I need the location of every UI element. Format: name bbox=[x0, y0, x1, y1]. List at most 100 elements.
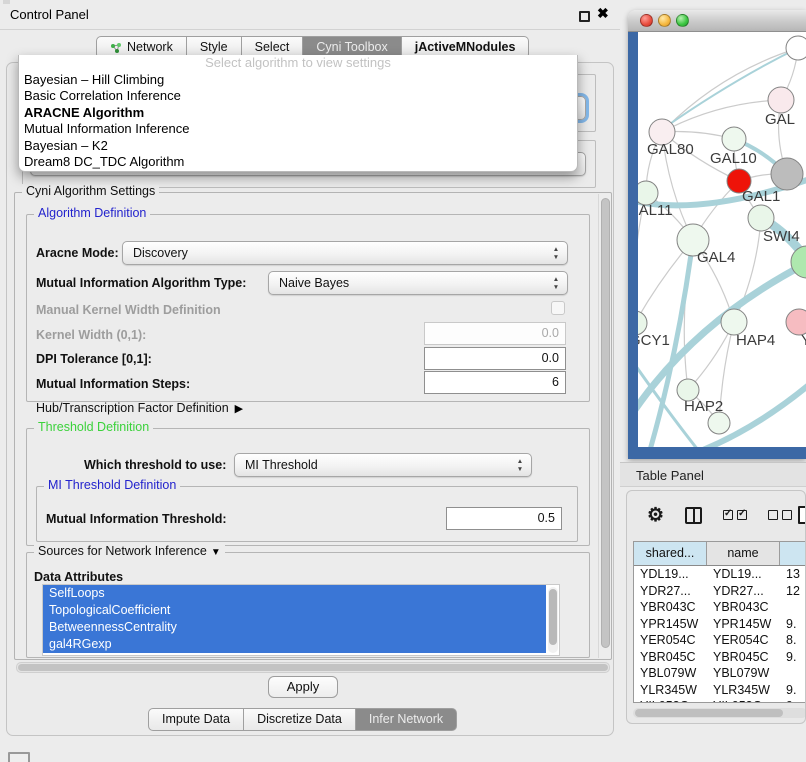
select-all-columns-icon[interactable] bbox=[723, 510, 747, 520]
tab-label: Discretize Data bbox=[257, 709, 342, 730]
data-attribute-item[interactable]: TopologicalCoefficient bbox=[43, 602, 546, 619]
mi-threshold-label: Mutual Information Threshold: bbox=[46, 512, 227, 526]
settings-panel-title: Cyni Algorithm Settings bbox=[22, 184, 159, 198]
close-icon[interactable]: ✖ bbox=[597, 5, 609, 22]
table-cell: YBR043C bbox=[634, 599, 707, 616]
table-row[interactable]: YBR043CYBR043C bbox=[634, 599, 806, 616]
threshold-definition-title: Threshold Definition bbox=[34, 420, 153, 434]
close-traffic-light[interactable] bbox=[640, 14, 653, 27]
unchecked-box-icon bbox=[768, 510, 778, 520]
deselect-all-columns-icon[interactable] bbox=[768, 510, 792, 520]
mi-threshold-field[interactable]: 0.5 bbox=[446, 507, 562, 530]
table-row[interactable]: YBL079WYBL079W bbox=[634, 665, 806, 682]
table-cell: YBL079W bbox=[634, 665, 707, 682]
apply-button[interactable]: Apply bbox=[268, 676, 338, 698]
table-cell: 9. bbox=[780, 616, 806, 633]
split-columns-icon[interactable] bbox=[685, 507, 702, 524]
zoom-traffic-light[interactable] bbox=[676, 14, 689, 27]
mi-algorithm-type-value: Naive Bayes bbox=[279, 276, 349, 290]
network-window-titlebar[interactable] bbox=[628, 10, 806, 32]
expanded-arrow-icon: ▼ bbox=[211, 547, 221, 558]
algorithm-option[interactable]: ARACNE Algorithm bbox=[19, 105, 577, 121]
algorithm-option[interactable]: Dream8 DC_TDC Algorithm bbox=[19, 154, 577, 170]
table-row[interactable]: YDR27...YDR27...12 bbox=[634, 583, 806, 600]
table-header-row: shared...name bbox=[634, 542, 806, 566]
network-graph[interactable]: GALGAL80GAL10GAL1GAL11SWI4GAL4GCY1HAP4YH… bbox=[638, 32, 806, 447]
table-cell: YPR145W bbox=[707, 616, 780, 633]
float-window-icon[interactable] bbox=[579, 11, 590, 22]
network-node-label: GAL11 bbox=[638, 202, 673, 219]
tab-impute-data[interactable]: Impute Data bbox=[148, 708, 244, 731]
table-cell: YER054C bbox=[707, 632, 780, 649]
scrollbar-thumb[interactable] bbox=[601, 198, 610, 648]
settings-vertical-scrollbar[interactable] bbox=[598, 194, 611, 658]
table-cell: 8. bbox=[780, 632, 806, 649]
scrollbar-thumb[interactable] bbox=[635, 709, 783, 717]
table-row[interactable]: YBR045CYBR045C9. bbox=[634, 649, 806, 666]
combo-arrows-icon: ▲▼ bbox=[515, 458, 525, 474]
table-cell: 9. bbox=[780, 682, 806, 699]
minimize-traffic-light[interactable] bbox=[658, 14, 671, 27]
mi-algorithm-type-combo[interactable]: Naive Bayes ▲▼ bbox=[268, 271, 568, 295]
network-node-label: GAL80 bbox=[647, 141, 694, 158]
node-table[interactable]: shared...name YDL19...YDL19...13YDR27...… bbox=[633, 541, 806, 703]
settings-horizontal-scrollbar[interactable] bbox=[16, 662, 610, 673]
network-icon bbox=[110, 42, 122, 54]
data-attribute-item[interactable]: SelfLoops bbox=[43, 585, 546, 602]
algorithm-option[interactable]: Bayesian – Hill Climbing bbox=[19, 72, 577, 88]
network-node[interactable] bbox=[771, 158, 803, 190]
table-horizontal-scrollbar[interactable] bbox=[633, 708, 806, 718]
column-header-2[interactable] bbox=[780, 542, 806, 565]
hub-section-toggle[interactable]: Hub/Transcription Factor Definition▶ bbox=[36, 401, 243, 415]
scrollbar-thumb[interactable] bbox=[18, 664, 608, 671]
algorithm-option[interactable]: Mutual Information Inference bbox=[19, 121, 577, 137]
sources-group-title[interactable]: Sources for Network Inference▼ bbox=[34, 544, 225, 558]
table-cell: YDR27... bbox=[634, 583, 707, 600]
network-node-label: HAP4 bbox=[736, 332, 775, 349]
network-node-gal10[interactable] bbox=[722, 127, 746, 151]
network-node[interactable] bbox=[786, 36, 806, 60]
data-attribute-item[interactable]: gal4RGexp bbox=[43, 636, 546, 653]
network-node-gal[interactable] bbox=[768, 87, 794, 113]
table-cell: YBR045C bbox=[634, 649, 707, 666]
cyni-bottom-tabbar: Impute Data Discretize Data Infer Network bbox=[148, 708, 457, 731]
table-panel-header: Table Panel bbox=[620, 462, 806, 487]
dpi-tolerance-field[interactable]: 0.0 bbox=[424, 347, 566, 370]
table-row[interactable]: YIL052CYIL052C9. bbox=[634, 698, 806, 703]
aracne-mode-combo[interactable]: Discovery ▲▼ bbox=[122, 241, 568, 265]
table-row[interactable]: YER054CYER054C8. bbox=[634, 632, 806, 649]
mi-threshold-group-title: MI Threshold Definition bbox=[44, 478, 180, 492]
algorithm-option[interactable]: Bayesian – K2 bbox=[19, 138, 577, 154]
kernel-width-field[interactable]: 0.0 bbox=[424, 322, 566, 345]
tab-infer-network[interactable]: Infer Network bbox=[356, 708, 457, 731]
gear-icon[interactable]: ⚙ bbox=[647, 506, 664, 525]
table-cell: YBL079W bbox=[707, 665, 780, 682]
table-row[interactable]: YLR345WYLR345W9. bbox=[634, 682, 806, 699]
data-attribute-item[interactable]: BetweennessCentrality bbox=[43, 619, 546, 636]
table-panel-title: Table Panel bbox=[636, 468, 704, 483]
column-header-shared[interactable]: shared... bbox=[634, 542, 707, 565]
table-row[interactable]: YDL19...YDL19...13 bbox=[634, 566, 806, 583]
mi-steps-field[interactable]: 6 bbox=[424, 371, 566, 394]
table-cell: YER054C bbox=[634, 632, 707, 649]
network-canvas[interactable]: GALGAL80GAL10GAL1GAL11SWI4GAL4GCY1HAP4YH… bbox=[638, 32, 806, 447]
scrollbar-thumb[interactable] bbox=[549, 589, 557, 645]
manual-kernel-width-checkbox[interactable] bbox=[551, 301, 565, 315]
attributes-list-scrollbar[interactable] bbox=[548, 587, 558, 653]
network-node[interactable] bbox=[708, 412, 730, 434]
table-toolbar: ⚙ bbox=[627, 497, 806, 533]
table-row[interactable]: YPR145WYPR145W9. bbox=[634, 616, 806, 633]
network-node-label: GAL bbox=[765, 111, 795, 128]
algorithm-option[interactable]: Basic Correlation Inference bbox=[19, 88, 577, 104]
network-node-label: GAL4 bbox=[697, 249, 735, 266]
manual-kernel-width-label: Manual Kernel Width Definition bbox=[36, 303, 221, 317]
table-cell: YIL052C bbox=[707, 698, 780, 703]
clipped-bottom-icon[interactable] bbox=[8, 752, 30, 762]
combo-arrows-icon: ▲▼ bbox=[551, 246, 561, 262]
document-icon[interactable] bbox=[798, 506, 806, 524]
column-header-name[interactable]: name bbox=[707, 542, 780, 565]
which-threshold-combo[interactable]: MI Threshold ▲▼ bbox=[234, 453, 532, 477]
algorithm-dropdown-popup: Select algorithm to view settings Bayesi… bbox=[18, 55, 578, 172]
tab-discretize-data[interactable]: Discretize Data bbox=[244, 708, 356, 731]
table-body: YDL19...YDL19...13YDR27...YDR27...12YBR0… bbox=[634, 566, 806, 703]
